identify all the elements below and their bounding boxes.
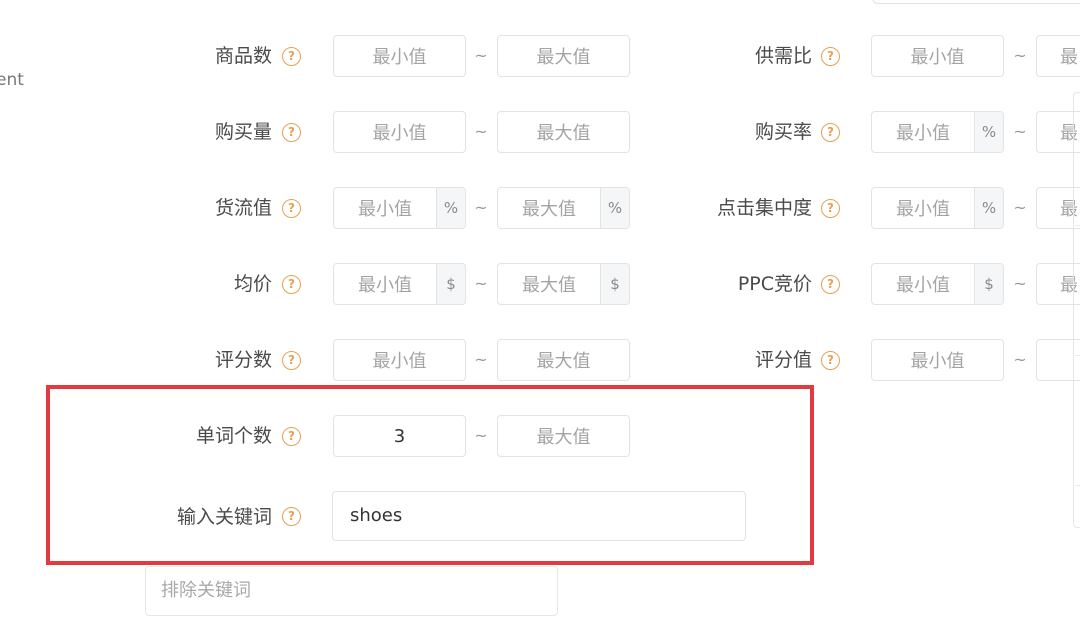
highlight-box	[46, 385, 814, 565]
filter-label: 供需比	[754, 45, 812, 67]
filter-label: 货流值	[214, 197, 272, 219]
help-icon[interactable]: ?	[821, 199, 840, 218]
filter-label: 商品数	[214, 45, 272, 67]
range-separator: ~	[1013, 198, 1027, 217]
filter-label: 均价	[233, 273, 272, 295]
range-separator: ~	[474, 46, 488, 65]
range-separator: ~	[1013, 274, 1027, 293]
filter-label: 点击集中度	[716, 197, 812, 219]
min-input-text: 最小值	[358, 199, 412, 220]
top-input-edge[interactable]	[872, 0, 1080, 4]
help-icon[interactable]: ?	[282, 123, 301, 142]
min-input-text: 最小值	[910, 351, 965, 372]
range-separator: ~	[1013, 122, 1027, 141]
filter-label: 购买量	[214, 121, 272, 143]
unit-addon: %	[974, 112, 1003, 152]
min-input[interactable]: 最小值	[333, 35, 466, 77]
filter-label: 评分值	[754, 349, 812, 371]
range-separator: ~	[1013, 350, 1027, 369]
filter-label: PPC竞价	[737, 273, 812, 295]
range-separator: ~	[474, 198, 488, 217]
min-input[interactable]: 最小值 $	[871, 263, 1004, 305]
range-separator: ~	[474, 274, 488, 293]
min-input[interactable]: 最小值	[871, 35, 1004, 77]
min-input[interactable]: 最小值%	[333, 187, 466, 229]
help-icon[interactable]: ?	[821, 351, 840, 370]
filter-label: 购买率	[754, 121, 812, 143]
range-separator: ~	[1013, 46, 1027, 65]
max-input-text	[1037, 340, 1060, 380]
min-input-text: 最小值	[896, 275, 950, 296]
min-input-text: 最小值	[372, 351, 427, 372]
right-panel-divider	[1075, 225, 1080, 226]
help-icon[interactable]: ?	[821, 123, 840, 142]
min-input-text: 最小值	[372, 47, 427, 68]
min-input[interactable]: 最小值%	[871, 111, 1004, 153]
range-separator: ~	[474, 350, 488, 369]
exclude-keyword-input[interactable]: 排除关键词	[145, 566, 558, 616]
filter-label: 评分数	[214, 349, 272, 371]
range-separator: ~	[474, 122, 488, 141]
max-input-text: 最	[1060, 47, 1078, 68]
unit-addon: %	[436, 188, 465, 228]
max-input-text: 最大值	[522, 199, 576, 220]
unit-addon: $	[436, 264, 465, 304]
max-input-text: 最	[1060, 275, 1078, 296]
truncated-side-label: ent	[0, 70, 24, 90]
min-input[interactable]: 最小值 $	[333, 263, 466, 305]
max-input-text: 最	[1060, 199, 1078, 220]
min-input[interactable]: 最小值%	[871, 187, 1004, 229]
right-panel-divider	[1075, 485, 1080, 486]
unit-addon: %	[974, 188, 1003, 228]
max-input-text: 最	[1060, 123, 1078, 144]
right-panel-edge	[1073, 92, 1080, 528]
right-panel-divider	[1075, 355, 1080, 356]
help-icon[interactable]: ?	[282, 199, 301, 218]
min-input-text: 最小值	[910, 47, 965, 68]
help-icon[interactable]: ?	[282, 351, 301, 370]
min-input-text: 最小值	[358, 275, 412, 296]
min-input[interactable]: 最小值	[871, 339, 1004, 381]
min-input[interactable]: 最小值	[333, 111, 466, 153]
min-input-text: 最小值	[896, 199, 950, 220]
min-input-text: 最小值	[372, 123, 427, 144]
help-icon[interactable]: ?	[282, 47, 301, 66]
min-input-text: 最小值	[896, 123, 950, 144]
max-input-text: 最大值	[522, 275, 576, 296]
unit-addon: $	[974, 264, 1003, 304]
min-input[interactable]: 最小值	[333, 339, 466, 381]
help-icon[interactable]: ?	[282, 275, 301, 294]
help-icon[interactable]: ?	[821, 47, 840, 66]
help-icon[interactable]: ?	[821, 275, 840, 294]
max-input[interactable]: 最	[1036, 35, 1080, 77]
